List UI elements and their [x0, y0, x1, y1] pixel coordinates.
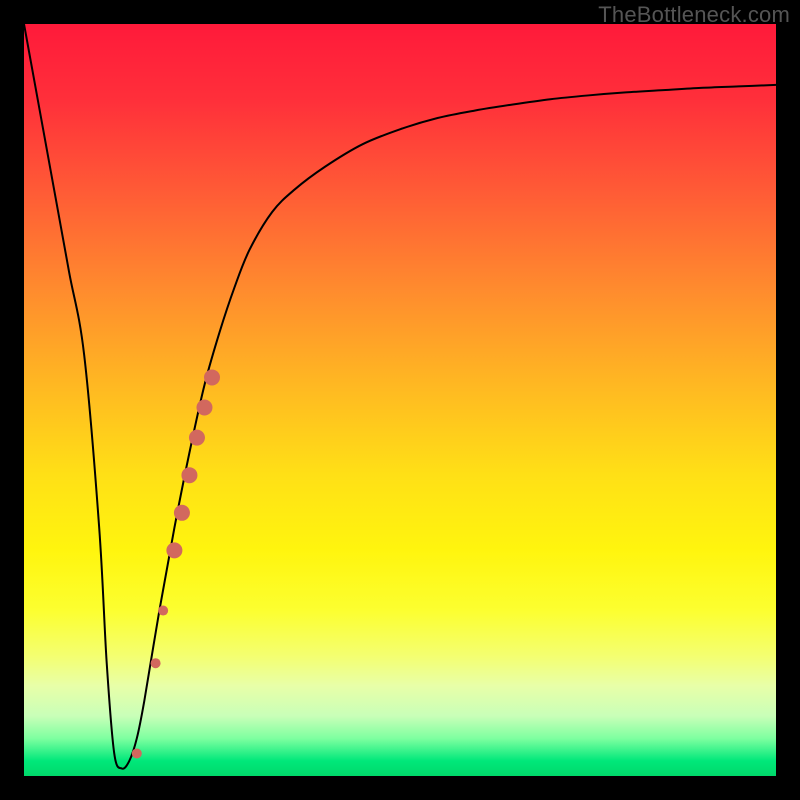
- highlight-point: [132, 748, 142, 758]
- highlight-point: [166, 542, 182, 558]
- highlight-point: [151, 658, 161, 668]
- curve-layer: [24, 24, 776, 776]
- highlight-point: [204, 369, 220, 385]
- plot-area: [24, 24, 776, 776]
- chart-frame: TheBottleneck.com: [0, 0, 800, 800]
- watermark-text: TheBottleneck.com: [598, 2, 790, 28]
- bottleneck-curve: [24, 24, 776, 769]
- highlight-point: [174, 505, 190, 521]
- highlight-point: [196, 400, 212, 416]
- highlight-point: [158, 606, 168, 616]
- highlight-point: [181, 467, 197, 483]
- highlight-point: [189, 430, 205, 446]
